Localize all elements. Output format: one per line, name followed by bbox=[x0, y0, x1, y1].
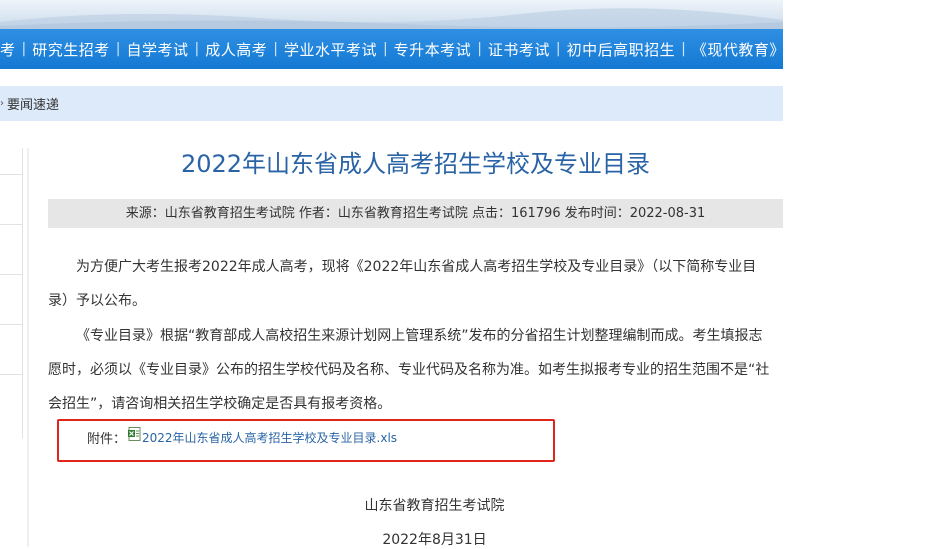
sidebar-row[interactable] bbox=[0, 175, 22, 225]
attachment-row: 附件： 2022年山东省成人高考招生学校及专业目录.xls bbox=[87, 426, 397, 447]
chevron-right-icon: › bbox=[0, 98, 4, 109]
nav-item-self-study[interactable]: 自学考试 bbox=[120, 39, 194, 60]
nav-item-vocational[interactable]: 初中后高职招生 bbox=[561, 39, 682, 60]
nav-item-adult-exam[interactable]: 成人高考 bbox=[199, 39, 273, 60]
attachment-label: 附件： bbox=[87, 432, 127, 447]
nav-item-proficiency[interactable]: 学业水平考试 bbox=[278, 39, 383, 60]
breadcrumb-item-news[interactable]: 要闻速递 bbox=[7, 94, 59, 113]
issuing-organization: 山东省教育招生考试院 bbox=[364, 498, 505, 514]
issue-date: 2022年8月31日 bbox=[382, 532, 487, 548]
attachment-download-link[interactable]: 2022年山东省成人高考招生学校及专业目录.xls bbox=[142, 429, 397, 446]
nav-item-upgrade[interactable]: 专升本考试 bbox=[388, 39, 478, 60]
sidebar-row[interactable] bbox=[0, 225, 22, 275]
header-banner bbox=[0, 0, 783, 29]
divider bbox=[27, 148, 29, 547]
article-meta: 来源：山东省教育招生考试院 作者：山东省教育招生考试院 点击：161796 发布… bbox=[48, 199, 783, 228]
nav-item-partial[interactable]: 考 bbox=[0, 39, 22, 60]
article-paragraph: 《专业目录》根据“教育部成人高校招生来源计划网上管理系统”发布的分省招生计划整理… bbox=[48, 328, 770, 412]
article-paragraph: 为方便广大考生报考2022年成人高考，现将《2022年山东省成人高考招生学校及专… bbox=[48, 259, 757, 309]
excel-file-icon bbox=[128, 426, 141, 441]
breadcrumb: › 要闻速递 bbox=[0, 86, 783, 121]
sidebar-row[interactable] bbox=[0, 148, 22, 175]
banner-decoration bbox=[0, 8, 783, 29]
sidebar-row[interactable] bbox=[0, 275, 22, 325]
nav-item-graduate[interactable]: 研究生招考 bbox=[26, 39, 116, 60]
sidebar-row[interactable] bbox=[0, 325, 22, 375]
article-title: 2022年山东省成人高考招生学校及专业目录 bbox=[180, 150, 651, 178]
main-nav: 考 | 研究生招考 | 自学考试 | 成人高考 | 学业水平考试 | 专升本考试… bbox=[0, 29, 783, 69]
nav-item-certificate[interactable]: 证书考试 bbox=[482, 39, 556, 60]
sidebar bbox=[0, 148, 23, 438]
nav-item-modern-education[interactable]: 《现代教育》 bbox=[686, 39, 783, 60]
